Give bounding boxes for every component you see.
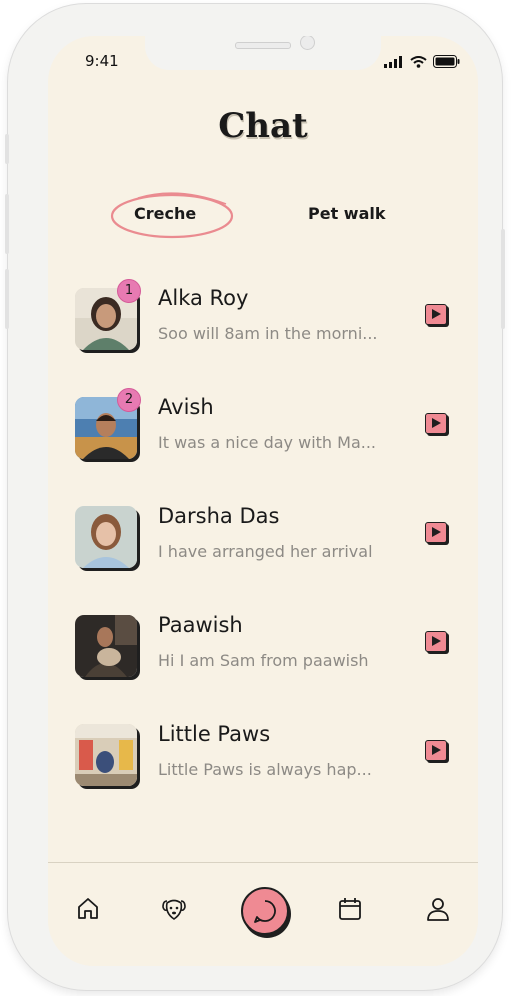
conversation-item[interactable]: Paawish Hi I am Sam from paawish: [48, 613, 478, 693]
status-icons: [384, 55, 460, 68]
tab-pet-walk[interactable]: Pet walk: [308, 204, 386, 223]
message-preview: I have arranged her arrival: [158, 542, 373, 561]
phone-frame: 9:41 Chat Creche Pet walk 1 Alka Roy Soo…: [5, 4, 505, 990]
camera: [300, 36, 315, 50]
message-preview: Little Paws is always hap...: [158, 760, 372, 779]
play-icon[interactable]: [425, 522, 447, 543]
notch: [145, 36, 381, 70]
message-preview: Soo will 8am in the morni...: [158, 324, 378, 343]
calendar-icon[interactable]: [336, 895, 364, 923]
message-preview: Hi I am Sam from paawish: [158, 651, 369, 670]
power-button: [501, 229, 505, 329]
conversation-item[interactable]: Darsha Das I have arranged her arrival: [48, 504, 478, 584]
contact-name: Alka Roy: [158, 286, 249, 310]
dog-icon[interactable]: [160, 895, 188, 923]
speaker: [235, 42, 291, 49]
conversation-item[interactable]: 2 Avish It was a nice day with Ma...: [48, 388, 478, 475]
side-button: [5, 134, 9, 164]
wifi-icon: [410, 55, 427, 68]
contact-name: Paawish: [158, 613, 243, 637]
contact-name: Little Paws: [158, 722, 271, 746]
chat-button[interactable]: [241, 887, 289, 935]
play-icon[interactable]: [425, 631, 447, 652]
play-icon[interactable]: [425, 413, 447, 434]
conversation-item[interactable]: Little Paws Little Paws is always hap...: [48, 722, 478, 802]
screen: 9:41 Chat Creche Pet walk 1 Alka Roy Soo…: [48, 36, 478, 966]
chat-icon: [254, 900, 276, 923]
bottom-nav: [48, 862, 478, 966]
signal-icon: [384, 55, 402, 68]
contact-name: Darsha Das: [158, 504, 280, 528]
profile-icon[interactable]: [424, 895, 452, 923]
avatar: [75, 506, 137, 568]
avatar: [75, 615, 137, 677]
home-icon[interactable]: [74, 895, 102, 923]
volume-up-button: [5, 194, 9, 254]
avatar: [75, 724, 137, 786]
volume-down-button: [5, 269, 9, 329]
unread-badge: 2: [117, 388, 141, 412]
message-preview: It was a nice day with Ma...: [158, 433, 377, 452]
tab-creche[interactable]: Creche: [134, 204, 196, 223]
status-time: 9:41: [85, 52, 119, 70]
unread-badge: 1: [117, 279, 141, 303]
conversation-item[interactable]: 1 Alka Roy Soo will 8am in the morni...: [48, 279, 478, 366]
battery-icon: [433, 55, 460, 68]
contact-name: Avish: [158, 395, 214, 419]
page-title: Chat: [218, 106, 308, 146]
play-icon[interactable]: [425, 740, 447, 761]
play-icon[interactable]: [425, 304, 447, 325]
